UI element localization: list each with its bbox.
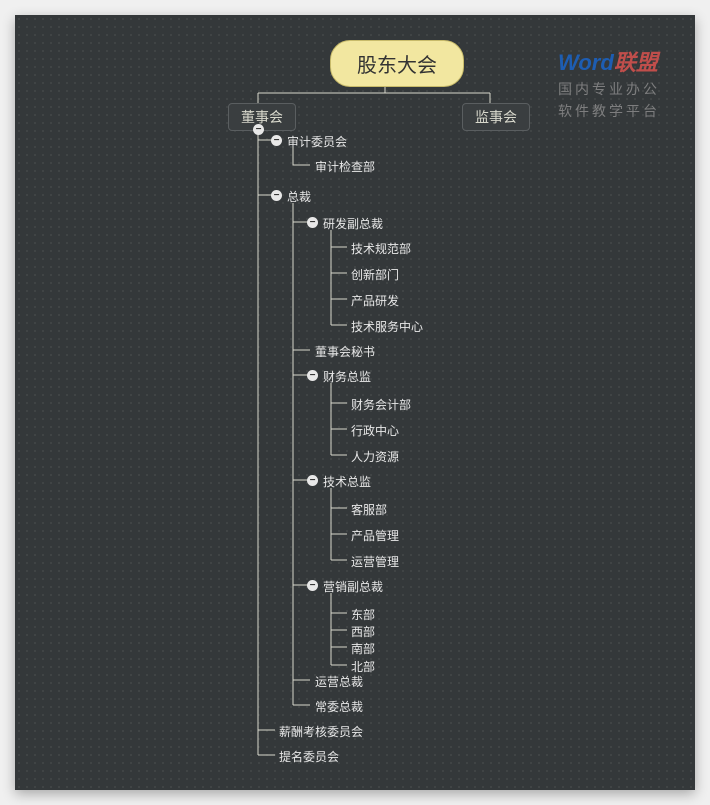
watermark-sub1: 国内专业办公 bbox=[558, 79, 660, 99]
node-leaf[interactable]: 南部 bbox=[351, 640, 375, 657]
node-root[interactable]: 股东大会 bbox=[330, 40, 464, 87]
node-leaf[interactable]: 创新部门 bbox=[351, 266, 399, 283]
node-rd-vp[interactable]: 研发副总裁 bbox=[323, 215, 383, 232]
node-leaf[interactable]: 产品研发 bbox=[351, 292, 399, 309]
node-leaf[interactable]: 财务会计部 bbox=[351, 396, 411, 413]
node-leaf[interactable]: 东部 bbox=[351, 606, 375, 623]
toggle-icon[interactable]: − bbox=[307, 580, 318, 591]
diagram-canvas: Word联盟 国内专业办公 软件教学平台 bbox=[15, 15, 695, 790]
watermark-sub2: 软件教学平台 bbox=[558, 101, 660, 121]
node-compensation-committee[interactable]: 薪酬考核委员会 bbox=[279, 723, 363, 740]
node-leaf[interactable]: 技术规范部 bbox=[351, 240, 411, 257]
node-sales-vp[interactable]: 营销副总裁 bbox=[323, 578, 383, 595]
node-leaf[interactable]: 产品管理 bbox=[351, 527, 399, 544]
watermark-brand-suffix: 联盟 bbox=[614, 50, 658, 75]
toggle-icon[interactable]: − bbox=[307, 475, 318, 486]
node-cfo[interactable]: 财务总监 bbox=[323, 368, 371, 385]
node-leaf[interactable]: 客服部 bbox=[351, 501, 387, 518]
watermark-brand-prefix: Word bbox=[558, 50, 614, 75]
node-audit-committee[interactable]: 审计委员会 bbox=[287, 133, 347, 150]
toggle-icon[interactable]: − bbox=[271, 135, 282, 146]
toggle-icon[interactable]: − bbox=[271, 190, 282, 201]
node-president[interactable]: 总裁 bbox=[287, 188, 311, 205]
node-nomination-committee[interactable]: 提名委员会 bbox=[279, 748, 339, 765]
watermark: Word联盟 国内专业办公 软件教学平台 bbox=[558, 45, 660, 121]
node-leaf[interactable]: 技术服务中心 bbox=[351, 318, 423, 335]
toggle-icon[interactable]: − bbox=[307, 217, 318, 228]
node-board-secretary[interactable]: 董事会秘书 bbox=[315, 343, 375, 360]
toggle-icon[interactable]: − bbox=[307, 370, 318, 381]
node-cto[interactable]: 技术总监 bbox=[323, 473, 371, 490]
node-standing-president[interactable]: 常委总裁 bbox=[315, 698, 363, 715]
node-leaf[interactable]: 西部 bbox=[351, 623, 375, 640]
node-ops-president[interactable]: 运营总裁 bbox=[315, 673, 363, 690]
node-leaf[interactable]: 人力资源 bbox=[351, 448, 399, 465]
toggle-icon[interactable]: − bbox=[253, 124, 264, 135]
node-leaf[interactable]: 行政中心 bbox=[351, 422, 399, 439]
node-audit-dept[interactable]: 审计检查部 bbox=[315, 158, 375, 175]
node-leaf[interactable]: 运营管理 bbox=[351, 553, 399, 570]
node-board-supervisors[interactable]: 监事会 bbox=[462, 103, 530, 131]
